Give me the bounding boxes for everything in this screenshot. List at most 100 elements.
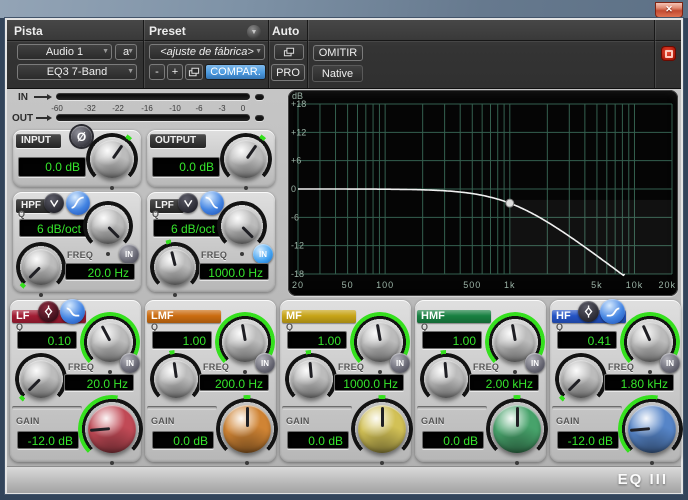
input-label: INPUT (16, 134, 61, 148)
mf-q-value[interactable]: 1.00 (287, 331, 347, 349)
window-close-button[interactable]: ✕ (655, 2, 683, 18)
mf-freq-knob[interactable] (282, 350, 340, 410)
bypass-button[interactable]: OMITIR (313, 45, 363, 61)
mf-gain-knob[interactable] (348, 395, 416, 465)
lpf-freq-value[interactable]: 1000.0 Hz (199, 263, 269, 280)
window-titlebar[interactable]: ✕ (0, 0, 688, 18)
input-gain-knob[interactable] (83, 130, 141, 190)
output-gain-knob[interactable] (217, 130, 275, 190)
knob-pointer (493, 405, 541, 453)
knob-cap (93, 140, 131, 178)
gain-label: GAIN (286, 416, 310, 426)
lf-q-value[interactable]: 0.10 (17, 331, 77, 349)
gain-label: GAIN (16, 416, 40, 426)
lf-peak-button[interactable] (38, 301, 59, 322)
preset-menu-button[interactable]: ▼ (247, 25, 261, 39)
automation-selector[interactable]: a ▼ (115, 44, 137, 60)
target-button[interactable] (661, 46, 676, 61)
svg-text:100: 100 (376, 280, 394, 290)
lmf-gain-knob[interactable] (213, 395, 281, 465)
lf-gain-value[interactable]: -12.0 dB (17, 431, 79, 449)
band-panel-hmf: HMF Q 1.00 IN FREQ 2.00 kHz GAIN 0.0 dB (415, 300, 551, 465)
input-gain-value[interactable]: 0.0 dB (18, 157, 86, 177)
hf-shelf-button[interactable] (600, 299, 625, 324)
svg-text:-6: -6 (291, 212, 299, 222)
lowpass-curve-icon (205, 196, 219, 210)
meter-tick: -60 (51, 104, 63, 113)
lmf-gain-value[interactable]: 0.0 dB (152, 431, 214, 449)
mf-freq-value[interactable]: 1000.0 Hz (334, 374, 404, 391)
hf-q-value[interactable]: 0.41 (557, 331, 617, 349)
lmf-in-button[interactable]: IN (255, 353, 275, 373)
lf-gain-knob[interactable] (78, 395, 146, 465)
lmf-freq-value[interactable]: 200.0 Hz (199, 374, 269, 391)
svg-text:20: 20 (292, 280, 304, 290)
plugin-selector[interactable]: EQ3 7-Band ▼ (17, 64, 137, 80)
meter-tick: -32 (84, 104, 96, 113)
hf-freq-value[interactable]: 1.80 kHz (604, 374, 674, 391)
band-label: LMF (151, 310, 174, 322)
hmf-gain-knob[interactable] (483, 395, 551, 465)
band-panel-hf: HF Q 0.41 IN FREQ 1.80 kHz GAIN -12.0 dB (550, 299, 686, 465)
lpf-slope-value[interactable]: 6 dB/oct (153, 219, 221, 237)
knob-cap (157, 360, 195, 398)
lpf-freq-knob[interactable] (147, 239, 203, 297)
knob-pointer (290, 358, 331, 399)
eq-curve-svg[interactable]: dB+18+12+60-6-12-1820 50 100 500 1k 5k 10k 20k (288, 90, 678, 296)
hpf-notch-button[interactable] (44, 193, 64, 213)
output-clip-led[interactable] (255, 115, 264, 121)
automation-enable-button[interactable] (274, 44, 304, 60)
track-selector[interactable]: Audio 1 ▼ (17, 44, 112, 60)
knob-cap (358, 405, 406, 453)
hmf-freq-value[interactable]: 2.00 kHz (469, 374, 539, 391)
hpf-freq-knob[interactable] (13, 239, 69, 297)
preset-selector[interactable]: <ajuste de fábrica> ▼ (149, 44, 265, 60)
output-gain-value[interactable]: 0.0 dB (152, 157, 220, 177)
mf-in-button[interactable]: IN (390, 353, 410, 373)
gain-label: GAIN (556, 416, 580, 426)
lpf-q-knob[interactable] (217, 201, 267, 256)
meter-tick: 0 (240, 104, 246, 113)
lpf-in-button[interactable]: IN (253, 244, 273, 264)
pro-button[interactable]: PRO (271, 64, 305, 81)
meter-tick: -3 (218, 104, 226, 113)
lf-shelf-button[interactable] (60, 299, 85, 324)
lmf-freq-knob[interactable] (147, 350, 205, 410)
eq-curve-display[interactable]: dB +18 +12 +6 0 -6 -12 -18 20 50 100 500 1k 5k 10k 20k (288, 90, 678, 296)
lf-freq-knob[interactable] (12, 350, 70, 410)
hmf-gain-value[interactable]: 0.0 dB (422, 431, 484, 449)
lf-in-button[interactable]: IN (120, 353, 140, 373)
lmf-q-value[interactable]: 1.00 (152, 331, 212, 349)
preset-decrement-button[interactable]: - (149, 64, 165, 80)
hpf-freq-value[interactable]: 20.0 Hz (65, 263, 135, 280)
hmf-in-button[interactable]: IN (525, 353, 545, 373)
low-shelf-icon (66, 307, 79, 316)
output-panel: OUTPUT 0.0 dB (147, 130, 275, 190)
processing-mode-button[interactable]: Native (312, 65, 363, 82)
hpf-slope-value[interactable]: 6 dB/oct (19, 219, 87, 237)
hf-in-button[interactable]: IN (660, 353, 680, 373)
svg-text:50: 50 (342, 280, 354, 290)
hf-peak-button[interactable] (578, 301, 599, 322)
eq3-logo: EQ III (617, 471, 668, 488)
input-clip-led[interactable] (255, 94, 264, 100)
svg-text:+6: +6 (291, 156, 301, 166)
copy-settings-button[interactable] (185, 64, 203, 80)
hmf-q-value[interactable]: 1.00 (422, 331, 482, 349)
preset-increment-button[interactable]: + (167, 64, 183, 80)
knob-cap (628, 405, 676, 453)
band-panel-lmf: LMF Q 1.00 IN FREQ 200.0 Hz GAIN 0.0 dB (145, 300, 281, 465)
compare-button[interactable]: COMPAR. (205, 64, 266, 80)
lpf-freq-label: FREQ (201, 250, 228, 260)
input-meter-bar (56, 93, 250, 100)
hpf-in-button[interactable]: IN (119, 244, 139, 264)
hmf-freq-knob[interactable] (417, 350, 475, 410)
lf-freq-value[interactable]: 20.0 Hz (64, 374, 134, 391)
hf-gain-knob[interactable] (618, 395, 686, 465)
lpf-notch-button[interactable] (178, 193, 198, 213)
hpf-q-knob[interactable] (83, 201, 133, 256)
mf-gain-value[interactable]: 0.0 dB (287, 431, 349, 449)
hf-gain-value[interactable]: -12.0 dB (557, 431, 619, 449)
header-divider (7, 40, 681, 41)
hf-freq-knob[interactable] (552, 350, 610, 410)
